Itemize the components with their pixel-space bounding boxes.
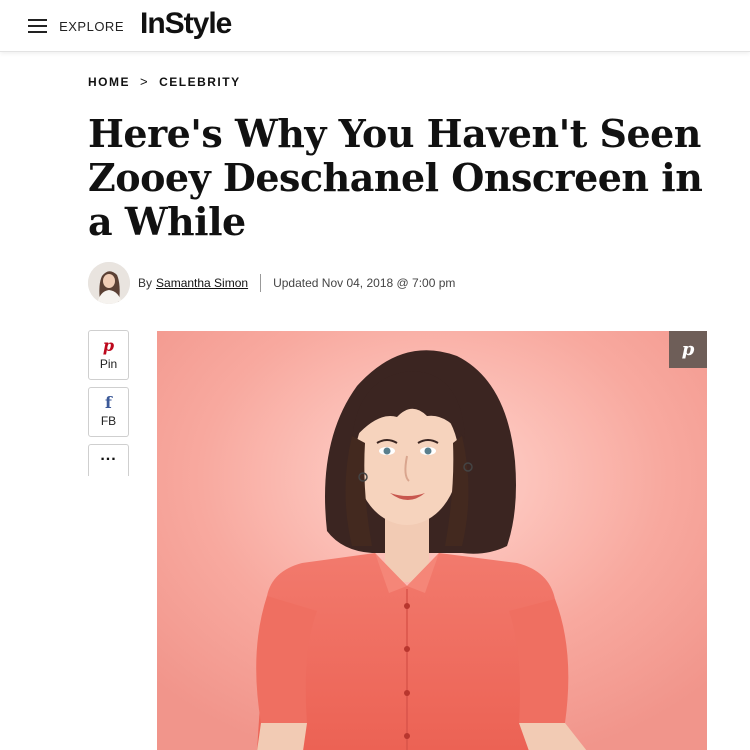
share-fb-label: FB: [100, 414, 117, 428]
share-pinterest-button[interactable]: p Pin: [88, 330, 129, 380]
more-icon: ...: [100, 447, 117, 464]
updated-timestamp: Updated Nov 04, 2018 @ 7:00 pm: [273, 276, 456, 290]
byline-divider: [260, 274, 262, 292]
breadcrumb-separator: >: [140, 74, 150, 89]
hamburger-icon[interactable]: [28, 19, 48, 33]
author-link[interactable]: Samantha Simon: [156, 276, 248, 290]
hero-image: p: [157, 331, 707, 750]
article-title: Here's Why You Haven't Seen Zooey Descha…: [88, 111, 703, 244]
pinterest-icon: p: [102, 336, 115, 355]
explore-menu-button[interactable]: EXPLORE: [28, 14, 124, 38]
hero-pinterest-button[interactable]: p: [669, 331, 707, 368]
breadcrumb-home[interactable]: HOME: [88, 75, 130, 89]
share-pin-label: Pin: [99, 357, 118, 371]
site-header: EXPLORE InStyle: [0, 0, 750, 52]
share-facebook-button[interactable]: f FB: [88, 387, 129, 437]
hero-photo-illustration: [157, 331, 707, 750]
breadcrumb: HOME > CELEBRITY: [88, 74, 241, 89]
facebook-icon: f: [105, 393, 112, 412]
byline: By Samantha Simon Updated Nov 04, 2018 @…: [88, 262, 455, 304]
pinterest-icon: p: [681, 339, 695, 360]
explore-label: EXPLORE: [59, 18, 124, 34]
byline-prefix: By: [138, 276, 153, 290]
breadcrumb-celebrity[interactable]: CELEBRITY: [159, 75, 241, 89]
author-avatar[interactable]: [88, 262, 130, 304]
site-logo[interactable]: InStyle: [140, 7, 232, 41]
article-page: EXPLORE InStyle HOME > CELEBRITY Here's …: [0, 0, 750, 750]
share-more-button[interactable]: ...: [88, 444, 129, 476]
